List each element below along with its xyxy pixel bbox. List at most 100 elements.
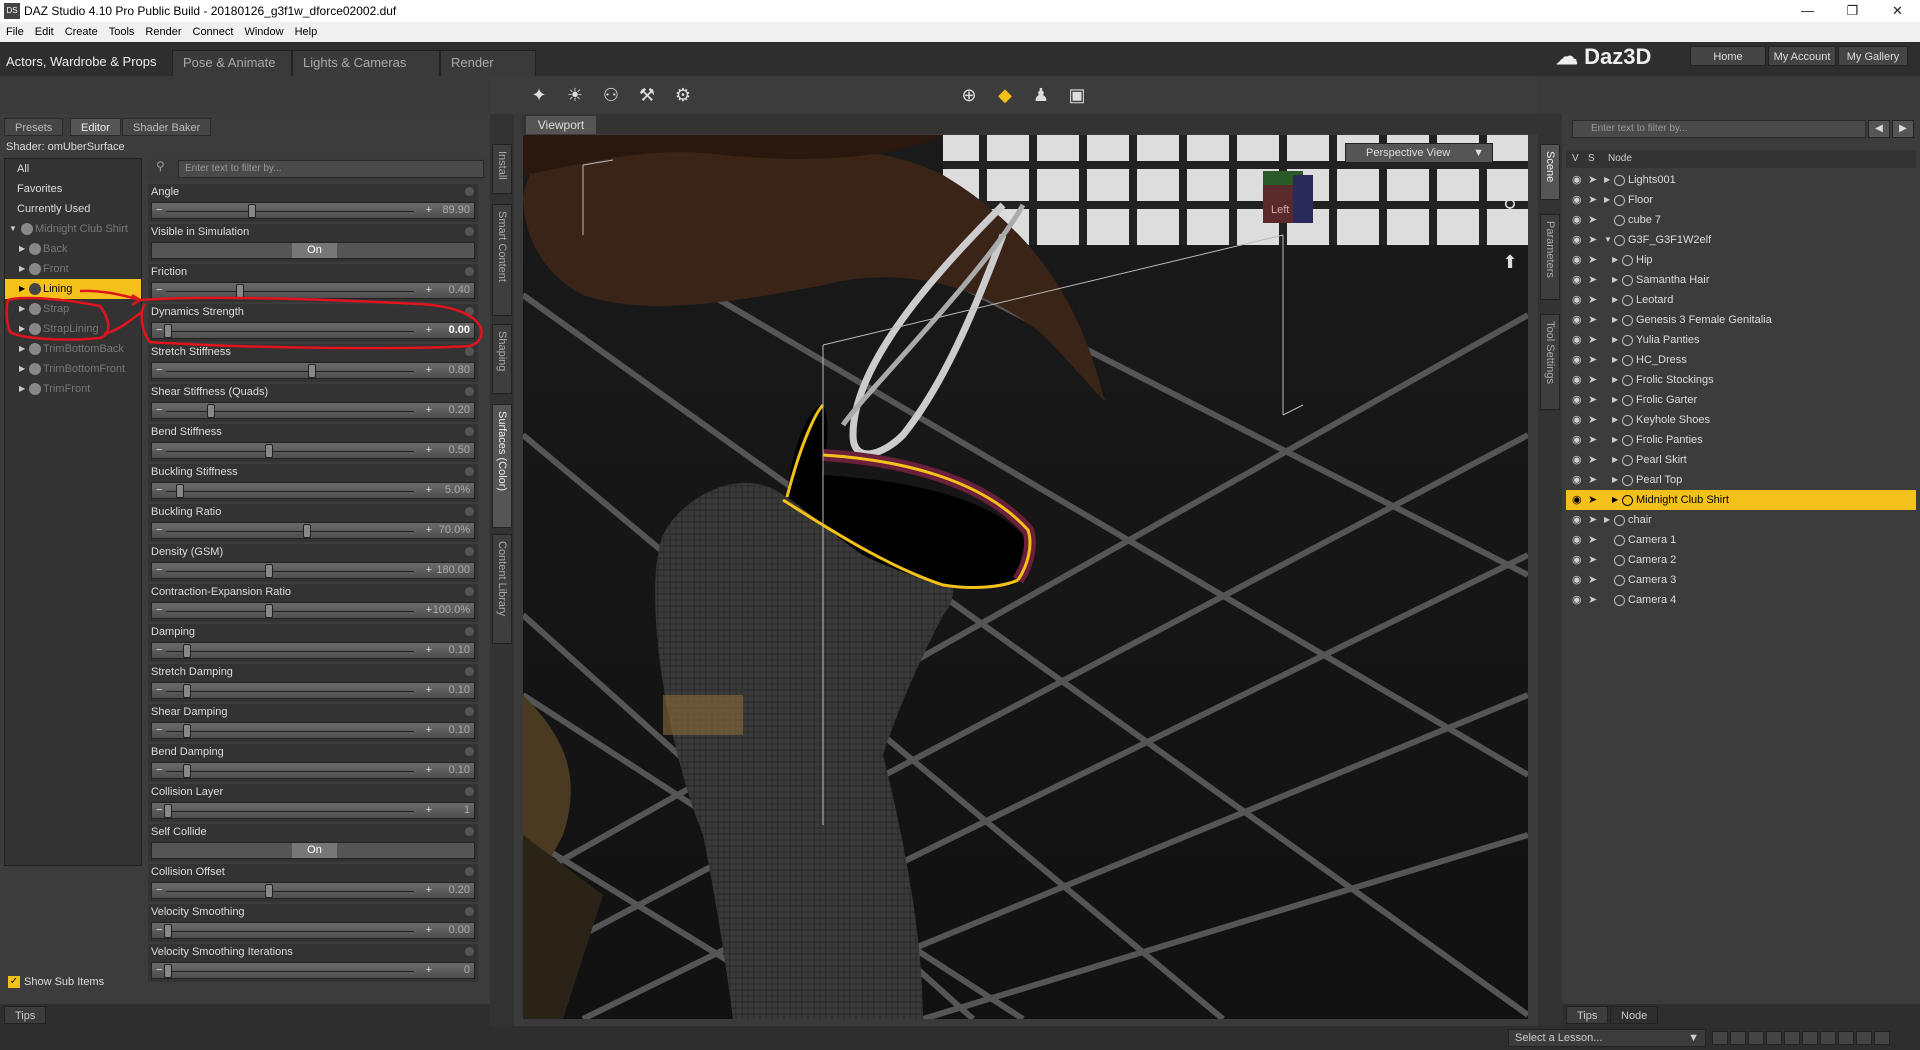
tab-tips[interactable]: Tips	[4, 1006, 47, 1024]
eye-icon[interactable]: ◉	[1572, 250, 1582, 270]
expand-icon[interactable]: ▶	[1612, 370, 1618, 390]
slider-knob[interactable]	[308, 364, 316, 378]
property-slider[interactable]: − +0.10	[151, 642, 475, 659]
scene-node[interactable]: ◉ ➤ Camera 3	[1566, 570, 1916, 590]
camera-dropdown[interactable]: Perspective View ▼	[1345, 143, 1493, 163]
minus-icon[interactable]: −	[156, 683, 162, 698]
property-value[interactable]: 0.00	[449, 923, 470, 938]
scene-node[interactable]: ◉ ➤ ▶ Leotard	[1566, 290, 1916, 310]
scene-node[interactable]: ◉ ➤ Camera 4	[1566, 590, 1916, 610]
slider-knob[interactable]	[164, 964, 172, 978]
expand-icon[interactable]: ▶	[19, 319, 25, 339]
plus-icon[interactable]: +	[426, 923, 432, 938]
minus-icon[interactable]: −	[156, 923, 162, 938]
selectable-icon[interactable]: ➤	[1588, 590, 1597, 610]
gear-icon[interactable]	[465, 227, 474, 236]
surface-trimfront[interactable]: ▶ TrimFront	[5, 379, 141, 399]
property-value[interactable]: 0	[464, 963, 470, 978]
expand-icon[interactable]: ▶	[19, 259, 25, 279]
minus-icon[interactable]: −	[156, 443, 162, 458]
minus-icon[interactable]: −	[156, 203, 162, 218]
gear-icon[interactable]	[465, 667, 474, 676]
menu-window[interactable]: Window	[244, 26, 283, 38]
expand-icon[interactable]: ▶	[19, 279, 25, 299]
lesson-page[interactable]	[1748, 1031, 1764, 1045]
property-value[interactable]: 0.40	[449, 283, 470, 298]
scene-node[interactable]: ◉ ➤ ▶ Frolic Stockings	[1566, 370, 1916, 390]
gear-icon[interactable]	[465, 627, 474, 636]
property-slider[interactable]: − +0.50	[151, 442, 475, 459]
minus-icon[interactable]: −	[156, 603, 162, 618]
plus-icon[interactable]: +	[426, 803, 432, 818]
property-slider[interactable]: − +0.10	[151, 722, 475, 739]
property-slider[interactable]: − +0.20	[151, 402, 475, 419]
selectable-icon[interactable]: ➤	[1588, 350, 1597, 370]
eye-icon[interactable]: ◉	[1572, 270, 1582, 290]
lesson-page[interactable]	[1838, 1031, 1854, 1045]
room-tab-render[interactable]: Render	[440, 50, 536, 76]
scene-node[interactable]: ◉ ➤ ▶ Yulia Panties	[1566, 330, 1916, 350]
scene-node[interactable]: ◉ ➤ ▶ Frolic Garter	[1566, 390, 1916, 410]
minus-icon[interactable]: −	[156, 763, 162, 778]
expand-icon[interactable]: ▶	[19, 359, 25, 379]
expand-icon[interactable]: ▶	[1612, 490, 1618, 510]
expand-icon[interactable]: ▶	[19, 239, 25, 259]
plus-icon[interactable]: +	[426, 403, 432, 418]
expand-icon[interactable]: ▶	[1612, 430, 1618, 450]
lesson-page[interactable]	[1730, 1031, 1746, 1045]
geometry-tool-icon[interactable]: ⊕	[956, 82, 982, 108]
home-link[interactable]: Home	[1690, 46, 1766, 66]
property-slider[interactable]: − +0.20	[151, 882, 475, 899]
property-slider[interactable]: − +0.80	[151, 362, 475, 379]
property-slider[interactable]: − +0.10	[151, 762, 475, 779]
expand-icon[interactable]: ▶	[1612, 410, 1618, 430]
gear-icon[interactable]	[465, 427, 474, 436]
property-slider[interactable]: − +0.10	[151, 682, 475, 699]
menu-connect[interactable]: Connect	[193, 26, 234, 38]
expand-icon[interactable]: ▶	[1612, 310, 1618, 330]
gear-icon[interactable]	[465, 187, 474, 196]
gear-icon[interactable]	[465, 347, 474, 356]
expand-icon[interactable]: ▶	[1612, 330, 1618, 350]
gear-icon[interactable]	[465, 747, 474, 756]
expand-icon[interactable]: ▶	[1612, 350, 1618, 370]
scene-node[interactable]: ◉ ➤ ▶ Samantha Hair	[1566, 270, 1916, 290]
expand-icon[interactable]: ▶	[1604, 510, 1610, 530]
selectable-icon[interactable]: ➤	[1588, 230, 1597, 250]
minus-icon[interactable]: −	[156, 803, 162, 818]
light-tool-icon[interactable]: ☀	[562, 82, 588, 108]
selectable-icon[interactable]: ➤	[1588, 210, 1597, 230]
property-slider[interactable]: − +180.00	[151, 562, 475, 579]
slider-knob[interactable]	[264, 564, 273, 578]
selectable-icon[interactable]: ➤	[1588, 190, 1597, 210]
expand-icon[interactable]: ▶	[1612, 450, 1618, 470]
figure-tool-icon[interactable]: ♟	[1028, 82, 1054, 108]
lesson-page[interactable]	[1856, 1031, 1872, 1045]
lesson-page[interactable]	[1712, 1031, 1728, 1045]
my-account-link[interactable]: My Account	[1768, 46, 1836, 66]
property-value[interactable]: 0.20	[449, 883, 470, 898]
plus-icon[interactable]: +	[426, 443, 432, 458]
plus-icon[interactable]: +	[426, 483, 432, 498]
plus-icon[interactable]: +	[426, 323, 432, 338]
col-visible[interactable]: V	[1572, 150, 1579, 168]
slider-knob[interactable]	[183, 724, 192, 738]
property-value[interactable]: 0.10	[449, 763, 470, 778]
gear-icon[interactable]	[465, 267, 474, 276]
expand-icon[interactable]: ▶	[1604, 170, 1610, 190]
surface-back[interactable]: ▶ Back	[5, 239, 141, 259]
plus-icon[interactable]: +	[426, 563, 432, 578]
selectable-icon[interactable]: ➤	[1588, 310, 1597, 330]
surface-trimbottomfront[interactable]: ▶ TrimBottomFront	[5, 359, 141, 379]
eye-icon[interactable]: ◉	[1572, 590, 1582, 610]
tab-shader-baker[interactable]: Shader Baker	[122, 118, 212, 136]
property-value[interactable]: 0.10	[449, 723, 470, 738]
surface-lining[interactable]: ▶ Lining	[5, 279, 141, 299]
slider-knob[interactable]	[164, 324, 172, 338]
property-value[interactable]: 0.10	[449, 643, 470, 658]
minus-icon[interactable]: −	[156, 283, 162, 298]
minus-icon[interactable]: −	[156, 483, 162, 498]
selectable-icon[interactable]: ➤	[1588, 570, 1597, 590]
minimize-icon[interactable]: —	[1785, 0, 1830, 22]
property-slider[interactable]: − +100.0%	[151, 602, 475, 619]
